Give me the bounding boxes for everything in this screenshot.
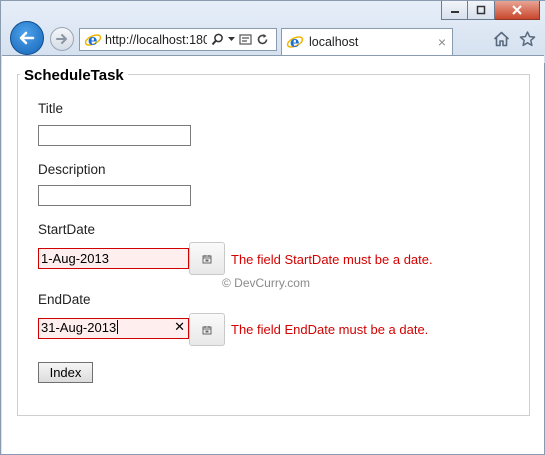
maximize-icon — [476, 5, 486, 15]
window-controls — [441, 1, 540, 20]
minimize-icon — [450, 11, 459, 13]
start-date-label: StartDate — [38, 222, 96, 237]
maximize-button[interactable] — [468, 1, 495, 20]
compatibility-view-icon[interactable] — [239, 33, 252, 46]
end-date-input[interactable]: 31-Aug-2013 — [38, 318, 189, 339]
end-date-value: 31-Aug-2013 — [41, 320, 117, 335]
browser-toolbar-right — [493, 31, 536, 52]
forward-arrow-icon — [56, 34, 67, 44]
tab-ie-logo-icon: e — [286, 33, 304, 51]
svg-text:e: e — [88, 31, 98, 49]
browser-chrome: e http://localhost:180 e localhost × — [1, 1, 545, 63]
tab-localhost[interactable]: e localhost × — [281, 28, 453, 55]
address-tools — [211, 33, 269, 46]
close-icon — [512, 5, 522, 15]
description-label: Description — [38, 162, 106, 177]
address-text[interactable]: http://localhost:180 — [105, 33, 207, 47]
clear-input-icon[interactable]: ✕ — [174, 319, 185, 335]
description-input[interactable] — [38, 185, 191, 206]
fieldset-legend: ScheduleTask — [20, 67, 128, 84]
search-icon[interactable] — [211, 33, 224, 46]
address-bar[interactable]: e http://localhost:180 — [79, 28, 277, 51]
calendar-icon — [202, 325, 212, 334]
minimize-button[interactable] — [441, 1, 468, 20]
devcurry-watermark: © DevCurry.com — [222, 276, 310, 290]
ie-logo-icon: e — [84, 31, 102, 49]
index-button[interactable]: Index — [38, 362, 93, 383]
tab-close-icon[interactable]: × — [432, 34, 452, 50]
title-label: Title — [38, 101, 64, 116]
dropdown-arrow-icon[interactable] — [228, 37, 235, 42]
end-date-label: EndDate — [38, 292, 91, 307]
start-date-error: The field StartDate must be a date. — [231, 252, 433, 267]
calendar-icon — [202, 254, 212, 263]
start-date-calendar-button[interactable] — [189, 242, 225, 275]
home-icon[interactable] — [493, 31, 510, 52]
refresh-icon[interactable] — [256, 33, 269, 46]
favorites-star-icon[interactable] — [519, 31, 536, 52]
start-date-input[interactable] — [38, 248, 189, 269]
forward-button[interactable] — [50, 27, 74, 51]
back-arrow-icon — [19, 31, 35, 45]
end-date-calendar-button[interactable] — [189, 313, 225, 346]
back-button[interactable] — [10, 21, 44, 55]
close-window-button[interactable] — [495, 1, 540, 20]
end-date-error: The field EndDate must be a date. — [231, 322, 429, 337]
title-input[interactable] — [38, 125, 191, 146]
tab-title: localhost — [309, 35, 359, 49]
end-date-field: 31-Aug-2013 ✕ — [38, 318, 189, 339]
text-caret — [117, 320, 119, 334]
page-viewport: ScheduleTask Title Description © DevCurr… — [2, 55, 544, 454]
svg-text:e: e — [290, 33, 300, 51]
browser-window: e http://localhost:180 e localhost × Sch… — [0, 0, 545, 455]
